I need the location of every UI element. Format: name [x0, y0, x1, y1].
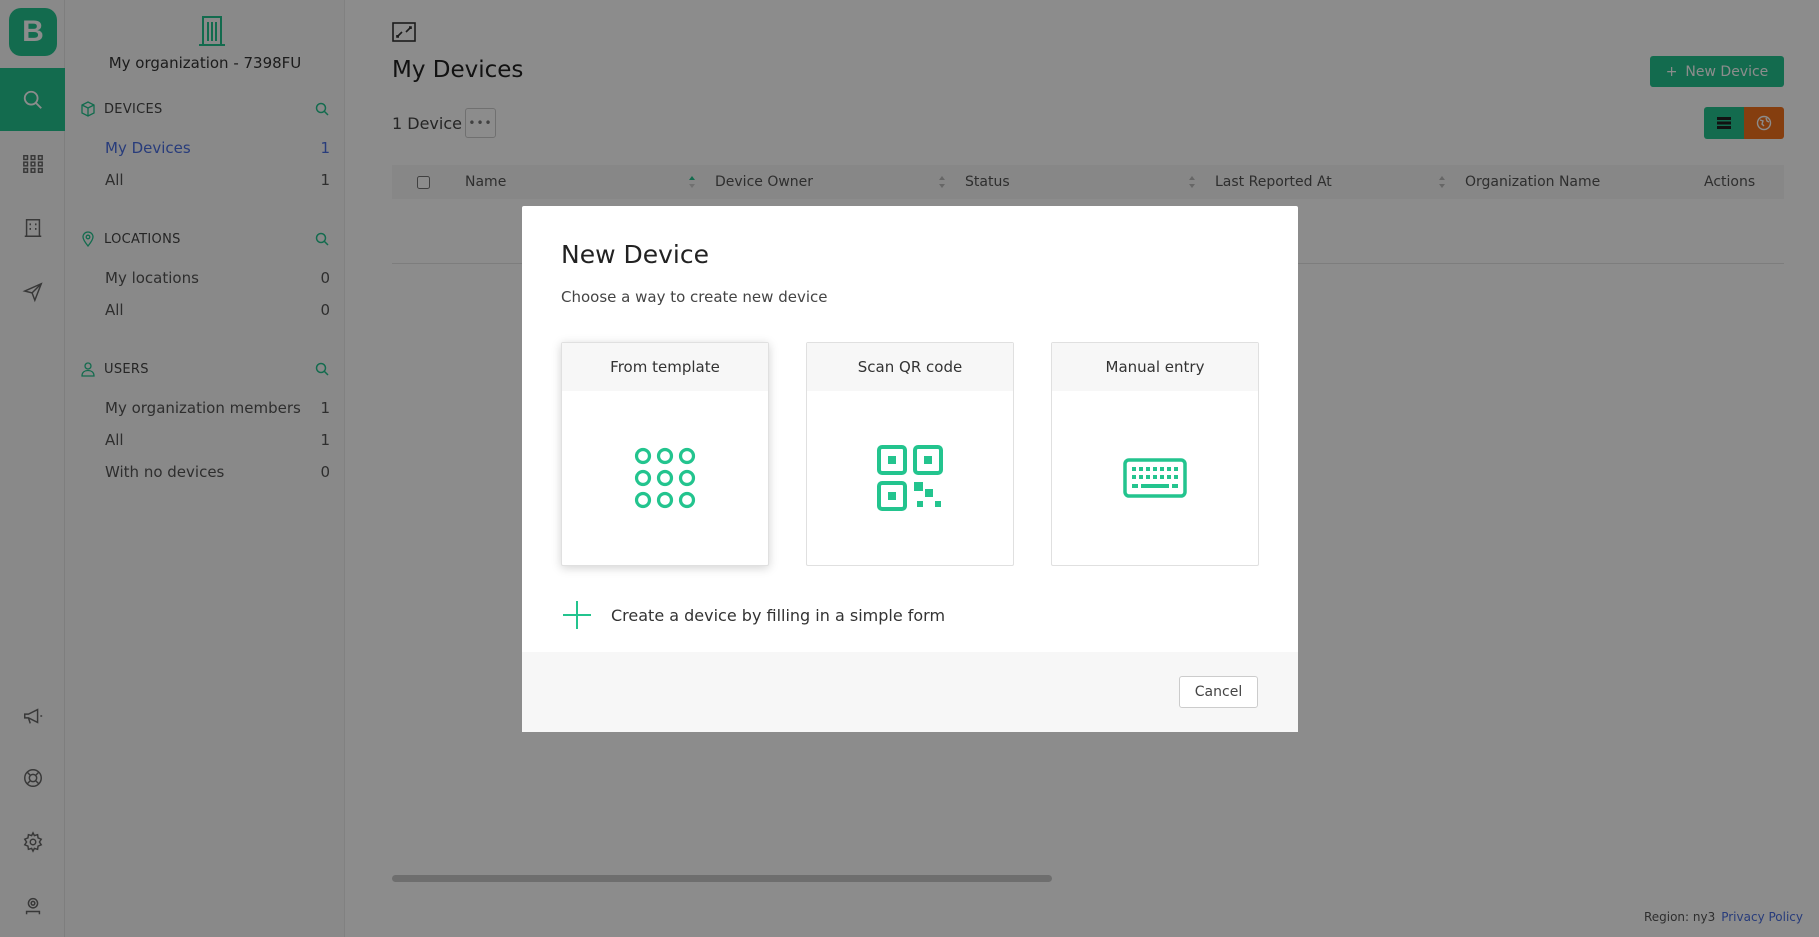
new-device-modal: New Device Choose a way to create new de… [522, 206, 1298, 732]
modal-subtitle: Choose a way to create new device [561, 288, 828, 306]
modal-footer: Cancel [522, 652, 1298, 732]
keyboard-icon [1123, 458, 1187, 498]
manual-entry-card[interactable]: Manual entry [1051, 342, 1259, 566]
create-form-label: Create a device by filling in a simple f… [611, 605, 946, 625]
modal-title: New Device [561, 240, 709, 269]
cancel-button[interactable]: Cancel [1179, 676, 1258, 708]
card-title: Scan QR code [807, 343, 1013, 391]
template-grid-icon [634, 447, 696, 509]
plus-icon [563, 601, 591, 629]
create-form-link[interactable]: Create a device by filling in a simple f… [561, 598, 945, 632]
card-title: Manual entry [1052, 343, 1258, 391]
from-template-card[interactable]: From template [561, 342, 769, 566]
card-title: From template [562, 343, 768, 391]
qr-code-icon [877, 445, 943, 511]
scan-qr-card[interactable]: Scan QR code [806, 342, 1014, 566]
